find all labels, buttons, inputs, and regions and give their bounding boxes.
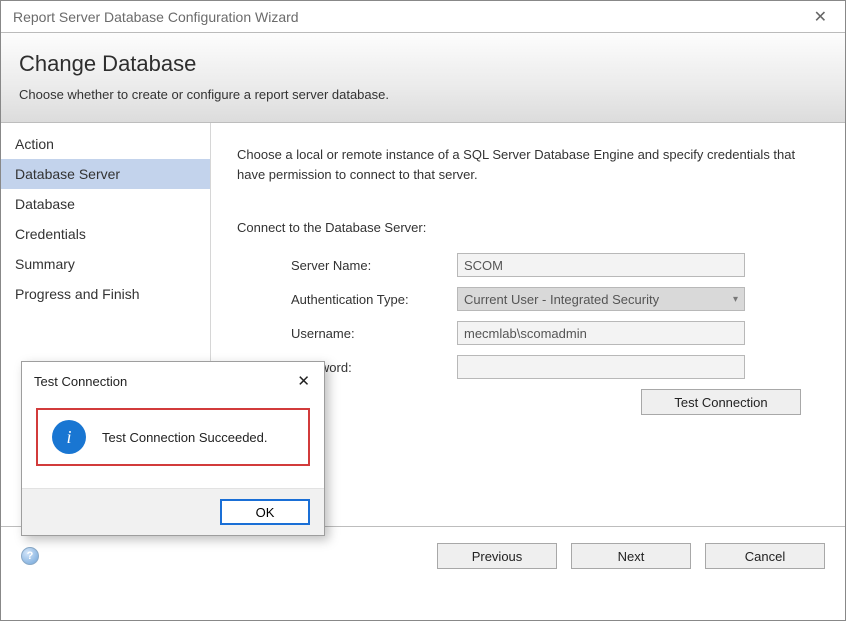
sidebar-item-credentials[interactable]: Credentials <box>1 219 210 249</box>
auth-type-select[interactable]: Current User - Integrated Security ▾ <box>457 287 745 311</box>
info-icon: i <box>52 420 86 454</box>
dialog-message: Test Connection Succeeded. <box>102 430 268 445</box>
dialog-footer: OK <box>22 488 324 535</box>
row-server-name: Server Name: <box>237 253 819 277</box>
footer-buttons: Previous Next Cancel <box>437 543 825 569</box>
close-icon[interactable]: ✕ <box>806 3 835 31</box>
auth-type-value: Current User - Integrated Security <box>464 292 659 307</box>
password-input <box>457 355 745 379</box>
sidebar-item-progress[interactable]: Progress and Finish <box>1 279 210 309</box>
sidebar-item-database-server[interactable]: Database Server <box>1 159 210 189</box>
sidebar-item-action[interactable]: Action <box>1 129 210 159</box>
server-name-label: Server Name: <box>237 258 457 273</box>
section-label: Connect to the Database Server: <box>237 220 819 235</box>
wizard-header: Change Database Choose whether to create… <box>1 33 845 123</box>
page-subtitle: Choose whether to create or configure a … <box>19 87 827 102</box>
server-name-input[interactable] <box>457 253 745 277</box>
chevron-down-icon: ▾ <box>733 294 738 305</box>
titlebar: Report Server Database Configuration Wiz… <box>1 1 845 33</box>
test-connection-button[interactable]: Test Connection <box>641 389 801 415</box>
sidebar-item-database[interactable]: Database <box>1 189 210 219</box>
dialog-title: Test Connection <box>34 374 127 389</box>
cancel-button[interactable]: Cancel <box>705 543 825 569</box>
page-title: Change Database <box>19 51 827 77</box>
sidebar-item-summary[interactable]: Summary <box>1 249 210 279</box>
test-connection-dialog: Test Connection ✕ i Test Connection Succ… <box>21 361 325 536</box>
row-auth-type: Authentication Type: Current User - Inte… <box>237 287 819 311</box>
previous-button[interactable]: Previous <box>437 543 557 569</box>
auth-type-label: Authentication Type: <box>237 292 457 307</box>
row-username: Username: <box>237 321 819 345</box>
dialog-highlight: i Test Connection Succeeded. <box>36 408 310 466</box>
window-title: Report Server Database Configuration Wiz… <box>13 9 299 25</box>
username-input <box>457 321 745 345</box>
intro-text: Choose a local or remote instance of a S… <box>237 145 797 184</box>
help-icon[interactable]: ? <box>21 547 39 565</box>
dialog-close-icon[interactable]: ✕ <box>293 370 314 392</box>
username-label: Username: <box>237 326 457 341</box>
dialog-titlebar: Test Connection ✕ <box>22 362 324 398</box>
ok-button[interactable]: OK <box>220 499 310 525</box>
next-button[interactable]: Next <box>571 543 691 569</box>
